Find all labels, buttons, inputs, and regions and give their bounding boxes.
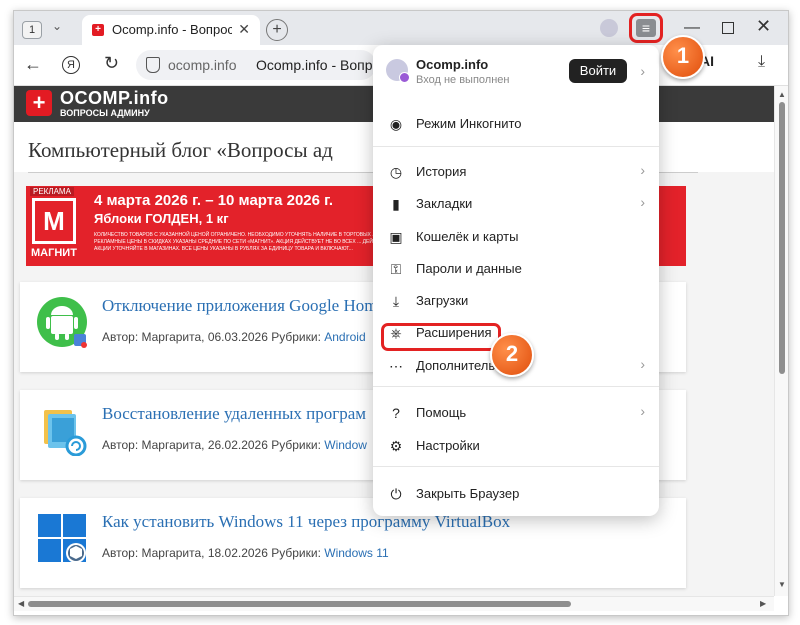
site-logo-name[interactable]: OCOMP.info [60, 88, 169, 109]
extensions-highlight-frame [381, 323, 501, 351]
menu-profile-row[interactable]: Ocomp.info Вход не выполнен Войти › [373, 45, 659, 97]
menu-item-label: История [416, 164, 467, 179]
horizontal-scrollbar[interactable]: ◀ ▶ [14, 596, 774, 611]
passwords-icon: ⚿ [390, 261, 402, 277]
close-icon[interactable]: ✕ [238, 21, 250, 38]
menu-item-bookmarks[interactable]: ▮ Закладки › [373, 189, 659, 219]
ad-logo: М [32, 198, 76, 244]
menu-divider [373, 386, 659, 387]
menu-item-label: Закладки [416, 196, 473, 211]
menu-profile-site: Ocomp.info [416, 57, 489, 72]
article-category-link[interactable]: Windows 11 [324, 546, 388, 560]
tab-title: Ocomp.info - Вопросы а [112, 22, 232, 37]
menu-item-label: Настройки [416, 438, 480, 453]
ad-product: Яблоки ГОЛДЕН, 1 кг [94, 211, 229, 226]
menu-item-label: Кошелёк и карты [416, 229, 519, 244]
scroll-down-icon[interactable]: ▼ [778, 580, 786, 589]
article-title-link[interactable]: Отключение приложения Google Hom [102, 296, 377, 316]
incognito-icon: ◉ [389, 116, 403, 132]
horizontal-scroll-thumb[interactable] [28, 601, 571, 607]
menu-item-label: Помощь [416, 405, 467, 420]
site-logo-icon[interactable]: + [26, 90, 52, 116]
vertical-scrollbar[interactable]: ▲ ▼ [774, 86, 788, 596]
settings-icon: ⚙ [389, 438, 403, 454]
reload-icon[interactable]: ↻ [104, 53, 119, 74]
menu-item-wallet[interactable]: ▣ Кошелёк и карты [373, 222, 659, 252]
ad-brand: МАГНИТ [31, 247, 77, 259]
article-category-link[interactable]: Window [324, 438, 367, 452]
menu-item-history[interactable]: ◷ История › [373, 157, 659, 187]
menu-item-passwords[interactable]: ⚿ Пароли и данные [373, 254, 659, 284]
site-logo-subtitle: ВОПРОСЫ АДМИНУ [60, 108, 150, 118]
main-menu-button[interactable]: ≡ [629, 13, 663, 43]
menu-item-label: Закрыть Браузер [416, 486, 520, 501]
history-icon: ◷ [389, 164, 403, 180]
menu-item-incognito[interactable]: ◉ Режим Инкогнито [373, 109, 659, 139]
page-title: Компьютерный блог «Вопросы ад [28, 138, 333, 162]
download-icon: ⤓ [392, 293, 400, 309]
login-button[interactable]: Войти [569, 59, 627, 83]
menu-login-status: Вход не выполнен [416, 74, 510, 86]
ad-label: РЕКЛАМА [30, 187, 74, 196]
article-author: Автор: Маргарита, 06.03.2026 Рубрики: [102, 330, 325, 344]
address-page-title: Ocomp.info - Вопрос [256, 57, 388, 73]
android-icon [37, 297, 87, 348]
help-icon: ? [392, 405, 400, 421]
article-meta: Автор: Маргарита, 18.02.2026 Рубрики: Wi… [102, 546, 389, 560]
menu-item-downloads[interactable]: ⤓ Загрузки [373, 286, 659, 316]
browser-main-menu: Ocomp.info Вход не выполнен Войти › ◉ Ре… [373, 45, 659, 516]
scroll-up-icon[interactable]: ▲ [778, 90, 786, 99]
step-badge-2: 2 [490, 333, 534, 377]
restore-programs-icon [44, 410, 87, 456]
chevron-down-icon[interactable]: ⌄ [52, 19, 62, 33]
power-icon: ⏻ [390, 486, 402, 502]
shield-icon[interactable] [146, 57, 160, 73]
scroll-left-icon[interactable]: ◀ [18, 599, 24, 608]
site-favicon-icon: + [92, 24, 104, 36]
window-close-button[interactable]: ✕ [756, 16, 771, 37]
chevron-right-icon: › [640, 63, 645, 79]
vertical-scroll-thumb[interactable] [779, 102, 785, 374]
menu-item-label: Пароли и данные [416, 261, 522, 276]
step-badge-1: 1 [661, 35, 705, 79]
ad-fine-print: КОЛИЧЕСТВО ТОВАРОВ С УКАЗАННОЙ ЦЕНОЙ ОГР… [94, 232, 390, 252]
windows-logo-icon [38, 514, 86, 563]
more-icon: ⋯ [389, 358, 403, 374]
menu-item-help[interactable]: ? Помощь › [373, 398, 659, 428]
tab-active[interactable]: + Ocomp.info - Вопросы а ✕ [82, 15, 260, 45]
address-bar[interactable]: ocomp.info Ocomp.info - Вопрос [136, 50, 387, 80]
yandex-logo-icon[interactable]: Я [62, 56, 80, 74]
new-tab-button[interactable]: + [266, 19, 288, 41]
article-author: Автор: Маргарита, 18.02.2026 Рубрики: [102, 546, 325, 560]
chevron-right-icon: › [640, 194, 645, 210]
chevron-right-icon: › [640, 162, 645, 178]
avatar [386, 59, 410, 83]
back-arrow-icon[interactable]: ← [24, 54, 42, 75]
wallet-icon: ▣ [389, 229, 403, 245]
article-author: Автор: Маргарита, 26.02.2026 Рубрики: [102, 438, 325, 452]
tab-count-button[interactable]: 1 [22, 21, 42, 39]
chevron-right-icon: › [640, 356, 645, 372]
menu-item-label: Загрузки [416, 293, 469, 308]
menu-item-close-browser[interactable]: ⏻ Закрыть Браузер [373, 479, 659, 509]
hamburger-icon: ≡ [636, 19, 656, 37]
maximize-button[interactable] [722, 22, 734, 34]
profile-icon[interactable] [600, 19, 618, 37]
download-icon[interactable]: ⤓ [758, 53, 765, 71]
article-category-link[interactable]: Android [324, 330, 365, 344]
menu-divider [373, 146, 659, 147]
article-title-link[interactable]: Восстановление удаленных програм [102, 404, 366, 424]
menu-divider [373, 466, 659, 467]
address-domain: ocomp.info [168, 57, 237, 73]
scroll-right-icon[interactable]: ▶ [760, 599, 766, 608]
ad-dates: 4 марта 2026 г. – 10 марта 2026 г. [94, 192, 334, 209]
article-meta: Автор: Маргарита, 06.03.2026 Рубрики: An… [102, 330, 366, 344]
menu-item-settings[interactable]: ⚙ Настройки [373, 431, 659, 461]
chevron-right-icon: › [640, 403, 645, 419]
menu-item-label: Режим Инкогнито [416, 116, 522, 131]
article-meta: Автор: Маргарита, 26.02.2026 Рубрики: Wi… [102, 438, 367, 452]
bookmarks-icon: ▮ [392, 196, 400, 212]
